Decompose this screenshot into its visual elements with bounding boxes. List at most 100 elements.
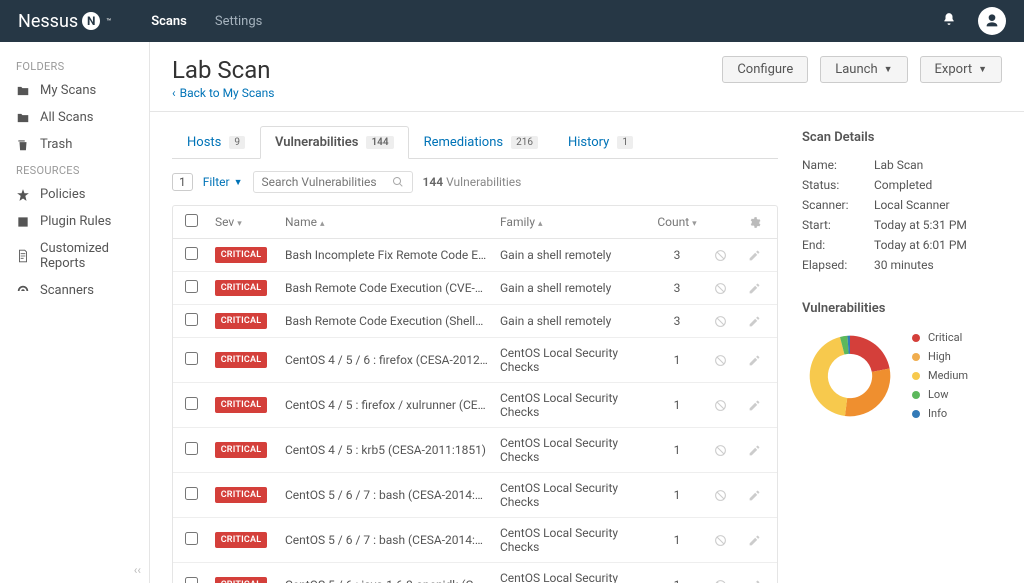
bell-icon[interactable] <box>942 12 956 30</box>
table-row[interactable]: CRITICAL CentOS 4 / 5 : firefox / xulrunn… <box>173 382 777 427</box>
col-header-severity[interactable]: Sev▾ <box>215 215 273 229</box>
disable-icon[interactable] <box>709 399 731 412</box>
sidebar-item-policies[interactable]: Policies <box>0 181 149 208</box>
search-input[interactable] <box>262 175 392 189</box>
edit-icon[interactable] <box>743 579 765 583</box>
edit-icon[interactable] <box>743 444 765 457</box>
tab-remediations[interactable]: Remediations216 <box>409 126 553 159</box>
col-header-family[interactable]: Family▴ <box>500 215 645 229</box>
sidebar-item-label: All Scans <box>40 110 94 125</box>
disable-icon[interactable] <box>709 444 731 457</box>
row-checkbox[interactable] <box>185 577 198 583</box>
tab-bar: Hosts9Vulnerabilities144Remediations216H… <box>172 126 778 159</box>
vuln-count: 1 <box>657 578 697 583</box>
user-avatar-icon[interactable] <box>978 7 1006 35</box>
row-checkbox[interactable] <box>185 280 198 293</box>
disable-icon[interactable] <box>709 315 731 328</box>
detail-value: Completed <box>874 178 932 192</box>
tab-hosts[interactable]: Hosts9 <box>172 126 260 159</box>
col-header-name[interactable]: Name▴ <box>285 215 488 229</box>
vuln-family: CentOS Local Security Checks <box>500 526 645 554</box>
row-checkbox[interactable] <box>185 532 198 545</box>
disable-icon[interactable] <box>709 354 731 367</box>
sidebar-item-my-scans[interactable]: My Scans <box>0 77 149 104</box>
detail-value: Today at 6:01 PM <box>874 238 967 252</box>
vuln-name: CentOS 4 / 5 : firefox / xulrunner (CESA… <box>285 398 488 412</box>
row-checkbox[interactable] <box>185 247 198 260</box>
folder-icon <box>16 111 30 125</box>
row-checkbox[interactable] <box>185 442 198 455</box>
table-row[interactable]: CRITICALCentOS 4 / 5 : krb5 (CESA-2011:1… <box>173 427 777 472</box>
severity-badge: CRITICAL <box>215 397 267 413</box>
table-header: Sev▾ Name▴ Family▴ Count▾ <box>173 206 777 239</box>
tab-history[interactable]: History1 <box>553 126 648 159</box>
sidebar-item-trash[interactable]: Trash <box>0 131 149 158</box>
vuln-count: 3 <box>657 281 697 295</box>
disable-icon[interactable] <box>709 282 731 295</box>
tab-label: Vulnerabilities <box>275 135 358 150</box>
tab-count: 1 <box>617 136 633 149</box>
detail-value: Local Scanner <box>874 198 950 212</box>
sidebar-collapse-icon[interactable]: ‹‹ <box>134 563 141 577</box>
severity-badge: CRITICAL <box>215 280 267 296</box>
sidebar-item-all-scans[interactable]: All Scans <box>0 104 149 131</box>
vuln-family: CentOS Local Security Checks <box>500 481 645 509</box>
legend-label: Info <box>928 407 947 420</box>
plugin-icon <box>16 215 30 229</box>
vuln-count: 1 <box>657 533 697 547</box>
chevron-left-icon: ‹ <box>172 86 176 100</box>
launch-button[interactable]: Launch▼ <box>820 56 907 83</box>
active-filter-count[interactable]: 1 <box>172 173 193 191</box>
nav-link-scans[interactable]: Scans <box>151 14 187 29</box>
row-checkbox[interactable] <box>185 313 198 326</box>
legend-item: Info <box>912 404 968 423</box>
legend-swatch <box>912 334 920 342</box>
gear-icon[interactable] <box>743 216 765 229</box>
header-actions: Configure Launch▼ Export▼ <box>722 56 1002 83</box>
export-button[interactable]: Export▼ <box>920 56 1002 83</box>
sidebar-item-label: Customized Reports <box>40 241 133 271</box>
detail-row: Scanner:Local Scanner <box>802 195 1002 215</box>
table-row[interactable]: CRITICALCentOS 4 / 5 / 6 : firefox (CESA… <box>173 337 777 382</box>
edit-icon[interactable] <box>743 249 765 262</box>
disable-icon[interactable] <box>709 249 731 262</box>
vuln-name: Bash Remote Code Execution (CVE-2014-627… <box>285 281 488 295</box>
edit-icon[interactable] <box>743 534 765 547</box>
table-row[interactable]: CRITICAL Bash Remote Code Execution (CVE-… <box>173 271 777 304</box>
tab-vulnerabilities[interactable]: Vulnerabilities144 <box>260 126 409 159</box>
sidebar-item-plugin-rules[interactable]: Plugin Rules <box>0 208 149 235</box>
row-checkbox[interactable] <box>185 352 198 365</box>
sidebar-item-customized-reports[interactable]: Customized Reports <box>0 235 149 277</box>
vuln-family: Gain a shell remotely <box>500 281 645 295</box>
table-row[interactable]: CRITICALCentOS 5 / 6 / 7 : bash (CESA-20… <box>173 472 777 517</box>
detail-value: Lab Scan <box>874 158 923 172</box>
legend-item: Critical <box>912 328 968 347</box>
legend-swatch <box>912 372 920 380</box>
disable-icon[interactable] <box>709 534 731 547</box>
edit-icon[interactable] <box>743 354 765 367</box>
row-checkbox[interactable] <box>185 397 198 410</box>
vuln-name: CentOS 4 / 5 / 6 : firefox (CESA-2012:00… <box>285 353 488 367</box>
col-header-count[interactable]: Count▾ <box>657 215 697 229</box>
disable-icon[interactable] <box>709 489 731 502</box>
severity-badge: CRITICAL <box>215 442 267 458</box>
sidebar-item-scanners[interactable]: Scanners <box>0 277 149 304</box>
edit-icon[interactable] <box>743 489 765 502</box>
nav-link-settings[interactable]: Settings <box>215 14 262 29</box>
top-nav-right <box>942 7 1006 35</box>
filter-dropdown[interactable]: Filter ▼ <box>203 175 243 189</box>
table-row[interactable]: CRITICALCentOS 5 / 6 : java-1.6.0-openjd… <box>173 562 777 583</box>
select-all-checkbox[interactable] <box>185 214 198 227</box>
table-row[interactable]: CRITICALBash Remote Code Execution (Shel… <box>173 304 777 337</box>
edit-icon[interactable] <box>743 399 765 412</box>
disable-icon[interactable] <box>709 579 731 583</box>
edit-icon[interactable] <box>743 282 765 295</box>
configure-button[interactable]: Configure <box>722 56 808 83</box>
detail-key: Name: <box>802 158 874 172</box>
row-checkbox[interactable] <box>185 487 198 500</box>
table-row[interactable]: CRITICALCentOS 5 / 6 / 7 : bash (CESA-20… <box>173 517 777 562</box>
breadcrumb-back[interactable]: ‹ Back to My Scans <box>172 86 274 100</box>
sidebar-item-label: Plugin Rules <box>40 214 111 229</box>
edit-icon[interactable] <box>743 315 765 328</box>
table-row[interactable]: CRITICALBash Incomplete Fix Remote Code … <box>173 239 777 271</box>
